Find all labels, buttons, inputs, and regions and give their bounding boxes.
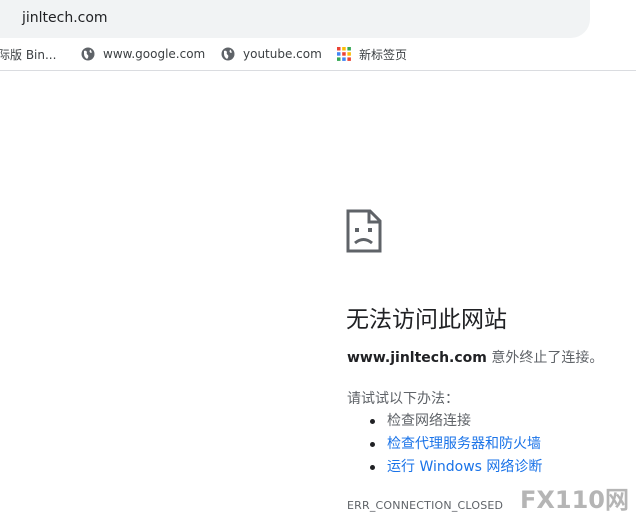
bookmark-youtube[interactable]: youtube.com — [221, 38, 322, 70]
error-code: ERR_CONNECTION_CLOSED — [347, 499, 504, 512]
globe-icon — [81, 47, 95, 61]
sad-document-icon — [346, 209, 382, 253]
bookmark-new-tab[interactable]: 新标签页 — [337, 38, 407, 70]
globe-icon — [221, 47, 235, 61]
bookmark-label: 新标签页 — [359, 47, 408, 62]
apps-grid-icon — [337, 47, 351, 61]
address-bar: jinltech.com — [0, 0, 636, 38]
url-text[interactable]: jinltech.com — [22, 10, 108, 26]
bookmark-bing[interactable]: 国际版 Bin... — [0, 38, 56, 70]
bookmark-label: youtube.com — [243, 47, 322, 61]
error-description: www.jinltech.com 意外终止了连接。 — [347, 347, 603, 367]
watermark-logo: FX110网 — [520, 486, 629, 514]
error-headline: 无法访问此网站 — [346, 307, 507, 333]
toolbar-right-area — [600, 0, 636, 38]
error-message: 意外终止了连接。 — [486, 350, 604, 366]
try-label: 请试试以下办法： — [347, 391, 459, 407]
bookmark-google[interactable]: www.google.com — [81, 38, 205, 70]
bookmark-label: www.google.com — [103, 47, 206, 61]
bookmark-label: 国际版 Bin... — [0, 47, 57, 62]
browser-window: jinltech.com 国际版 Bin... www.google.com y… — [0, 0, 636, 519]
suggestion-check-network: 检查网络连接 — [369, 410, 542, 433]
error-host: www.jinltech.com — [347, 350, 487, 366]
suggestion-run-diagnostics-link[interactable]: 运行 Windows 网络诊断 — [369, 456, 542, 479]
bookmarks-bar: 国际版 Bin... www.google.com youtube.com — [0, 38, 636, 71]
suggestion-list: 检查网络连接 检查代理服务器和防火墙 运行 Windows 网络诊断 — [369, 410, 542, 479]
suggestion-check-proxy-link[interactable]: 检查代理服务器和防火墙 — [369, 433, 542, 456]
